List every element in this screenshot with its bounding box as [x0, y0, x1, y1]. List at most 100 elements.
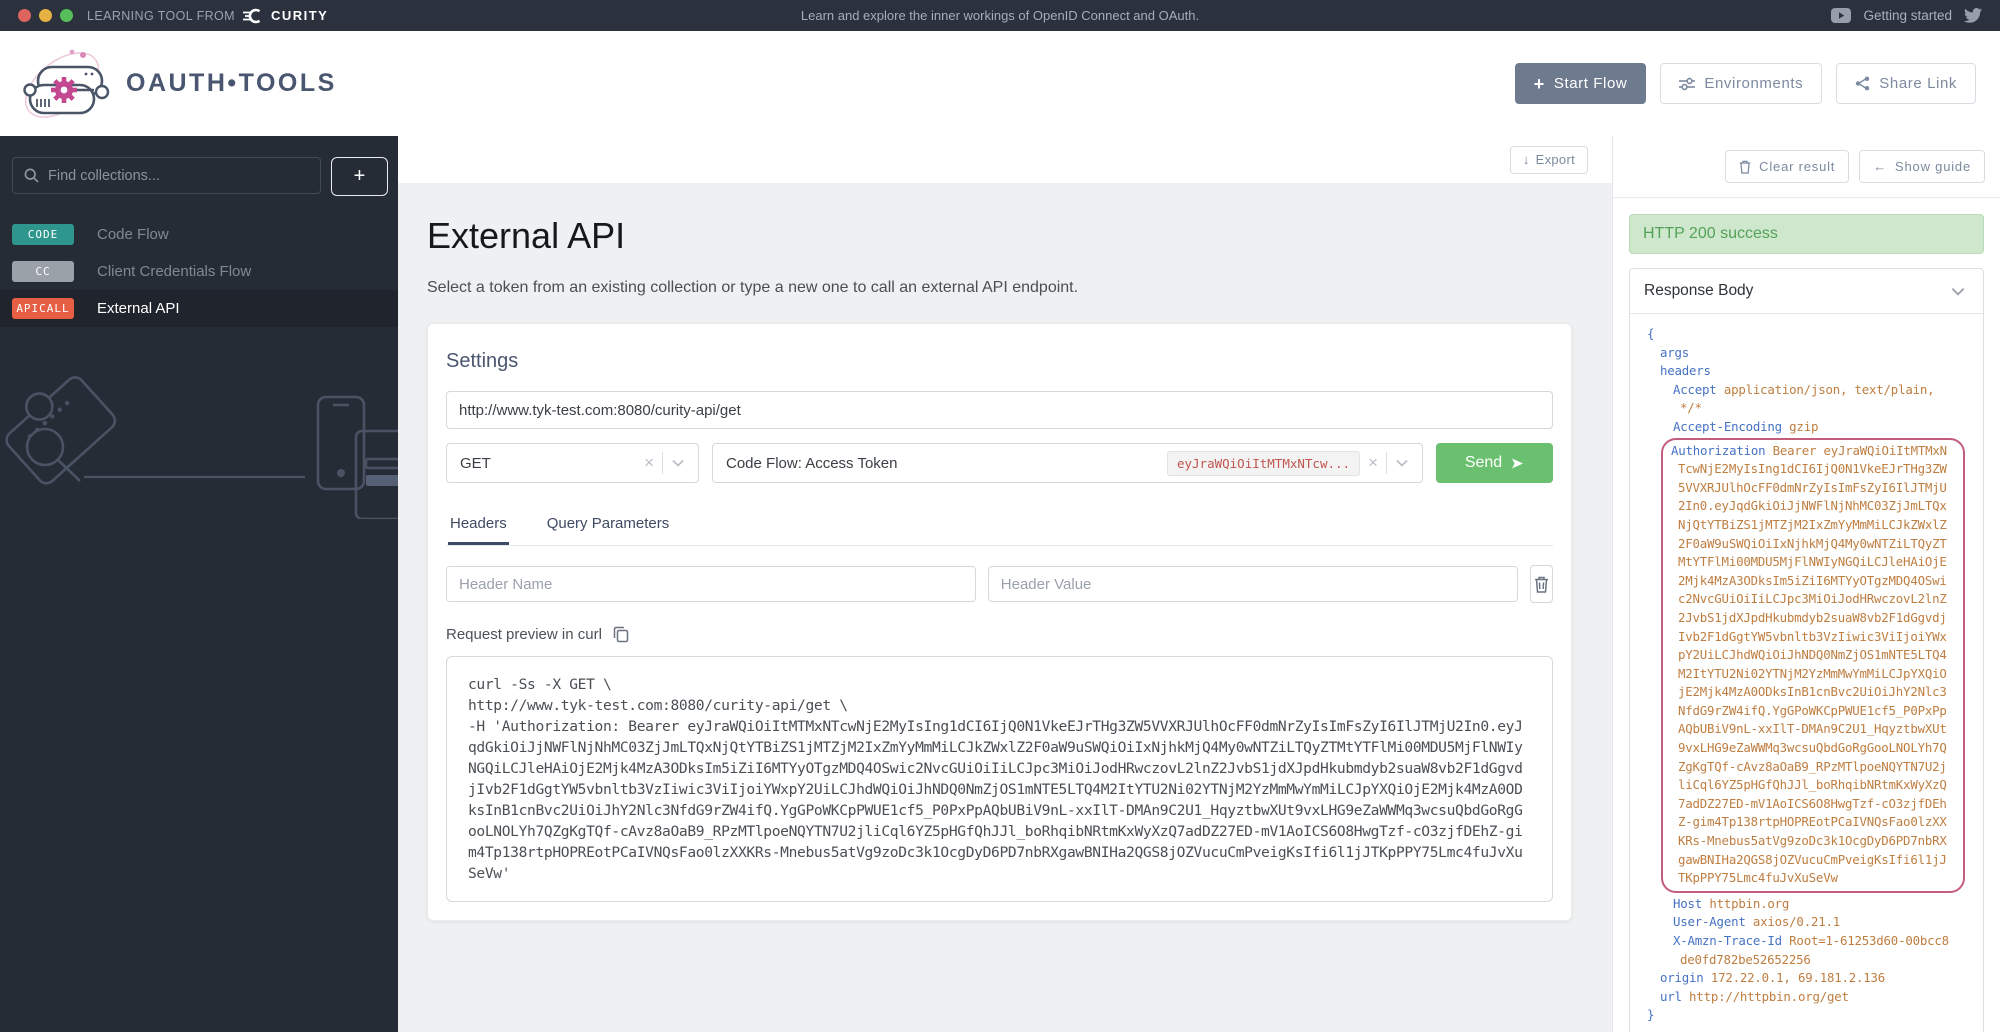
response-line: origin 172.22.0.1, 69.181.2.136	[1660, 970, 1886, 986]
sidebar-item-code-flow[interactable]: CODE Code Flow	[0, 216, 398, 253]
youtube-icon[interactable]	[1831, 8, 1852, 23]
request-tabs: Headers Query Parameters	[446, 507, 1553, 546]
window-close-button[interactable]	[18, 9, 31, 22]
clear-result-button[interactable]: Clear result	[1725, 150, 1850, 183]
response-line: TcwNjE2MyIsIng1dCI6IjQ0N1VkeEJrTHg3ZW	[1678, 461, 1947, 477]
token-select[interactable]: Code Flow: Access Token eyJraWQiOiItMTMx…	[712, 443, 1423, 483]
trash-icon	[1739, 160, 1751, 174]
sliders-icon	[1679, 77, 1696, 91]
app-header: OAUTH•TOOLS + Start Flow Environments Sh…	[0, 31, 2000, 136]
sidebar-item-external-api[interactable]: APICALL External API	[0, 290, 398, 327]
response-line: ZgKgTQf-cAvz8aOaB9_RPzMTlpoeNQYTN7U2j	[1678, 758, 1947, 774]
response-line: AQbUBiV9nL-xxIlT-DMAn9C2U1_HqyztbwXUt	[1678, 721, 1947, 737]
response-line: MtYTFlMi00MDU5MjFlNWIyNGQiLCJleHAiOjE	[1678, 554, 1947, 570]
app-title: OAUTH•TOOLS	[126, 69, 337, 97]
header-value-input[interactable]	[987, 566, 1518, 602]
endpoint-url-input[interactable]	[446, 391, 1553, 429]
brand-name: CURITY	[270, 8, 329, 23]
response-line: liCql6YZ5pHGfQhJJl_boRhqibNRtmKxWyXzQ	[1678, 777, 1947, 793]
getting-started-link[interactable]: Getting started	[1863, 8, 1952, 23]
response-line: 7adDZ27ED-mV1AoICS6O8HwgTzf-cO3zjfDEh	[1678, 795, 1947, 811]
method-select[interactable]: GET ×	[446, 443, 699, 483]
header-name-input[interactable]	[446, 566, 976, 602]
collections-illustration	[5, 376, 398, 519]
response-line: TKpPPY75Lmc4fuJvXuSeVw	[1678, 870, 1838, 886]
response-line: url http://httpbin.org/get	[1660, 988, 1849, 1004]
collection-label: Code Flow	[97, 226, 169, 243]
response-line: pY2UiLCJhdWQiOiJhNDQ0NmZjOS1mNTE5LTQ4	[1678, 647, 1947, 663]
show-guide-button[interactable]: ← Show guide	[1859, 150, 1985, 183]
response-body-header[interactable]: Response Body	[1630, 269, 1983, 314]
start-flow-button[interactable]: + Start Flow	[1514, 63, 1647, 104]
token-chip: eyJraWQiOiItMTMxNTcw...	[1166, 450, 1361, 476]
page-title: External API	[427, 215, 626, 256]
download-icon: ↓	[1522, 152, 1530, 167]
response-line: Accept application/json, text/plain,	[1673, 381, 1935, 397]
collections-sidebar: + CODE Code Flow CC Client Credentials Flow…	[0, 136, 398, 1032]
chevron-down-icon[interactable]	[1942, 287, 1969, 296]
response-line: 2JvbS1jdXJpdHkubmdyb2suaW8vb2F1dGgvdj	[1678, 609, 1947, 625]
copy-icon[interactable]	[613, 626, 629, 643]
share-icon	[1855, 76, 1870, 91]
collection-label: External API	[97, 300, 180, 317]
response-line: {	[1647, 326, 1655, 341]
back-arrow-icon: ←	[1873, 159, 1888, 174]
authorization-token-highlight: Authorization Bearer eyJraWQiOiItMTMxN Tc…	[1661, 437, 1965, 893]
tab-headers[interactable]: Headers	[448, 507, 509, 545]
tab-query-parameters[interactable]: Query Parameters	[545, 507, 672, 545]
plus-icon: +	[1533, 73, 1545, 94]
window-minimize-button[interactable]	[39, 9, 52, 22]
clear-method-icon[interactable]: ×	[636, 453, 662, 473]
response-line: de0fd782be52652256	[1680, 951, 1811, 967]
collections-list: CODE Code Flow CC Client Credentials Flow AP…	[0, 216, 398, 327]
page-subtitle: Select a token from an existing collecti…	[427, 279, 1079, 296]
search-input[interactable]	[48, 167, 309, 184]
response-line: */*	[1680, 400, 1702, 416]
response-line: User-Agent axios/0.21.1	[1673, 914, 1840, 930]
response-line: 5VVXRJUlhOcFF0dmNrZyIsImFsZyI6IlJTMjU	[1678, 479, 1947, 495]
response-line: headers	[1660, 363, 1711, 379]
window-topbar: LEARNING TOOL FROM CURITY Learn and expl…	[0, 0, 2000, 31]
delete-header-button[interactable]	[1529, 565, 1553, 603]
collection-badge: APICALL	[12, 298, 74, 319]
oauth-tools-app: LEARNING TOOL FROM CURITY Learn and expl…	[0, 0, 2000, 1032]
environments-button[interactable]: Environments	[1660, 63, 1823, 104]
add-collection-button[interactable]: +	[331, 157, 388, 196]
window-zoom-button[interactable]	[60, 9, 73, 22]
response-line: 2F0aW9uSWQiOiIxNjhkMjQ4My0wNTZiLTQyZT	[1678, 535, 1947, 551]
collection-badge: CC	[12, 261, 74, 282]
response-line: NjQtYTBiZS1jMTZjM2IxZmYyMmMiLCJkZWxlZ	[1678, 516, 1947, 532]
response-line: Accept-Encoding gzip	[1673, 418, 1819, 434]
response-line: 9vxLHG9eZaWWMq3wcsuQbdGoRgGooLNOLYh7Q	[1678, 740, 1947, 756]
response-line: NfdG9rZW4ifQ.YgGPoWKCpPWUE1cf5_P0PxPp	[1678, 702, 1947, 718]
clear-token-icon[interactable]: ×	[1360, 453, 1386, 473]
response-line: c2NvcGUiOiIiLCJpc3MiOiJodHRwczovL2lnZ	[1678, 591, 1947, 607]
sidebar-item-client-credentials-flow[interactable]: CC Client Credentials Flow	[0, 253, 398, 290]
export-button[interactable]: ↓ Export	[1509, 145, 1588, 174]
curl-preview-label: Request preview in curl	[446, 626, 602, 643]
response-line: gawBNIHa2QGS8jOZVucuCmPveigKsIfi6l1jJ	[1678, 851, 1947, 867]
settings-heading: Settings	[446, 350, 519, 372]
chevron-down-icon[interactable]	[663, 459, 688, 467]
settings-card: Settings GET × Code Flow: Access T	[427, 323, 1572, 921]
app-logo	[22, 43, 110, 125]
response-line: }	[1647, 1007, 1655, 1023]
curity-logo-icon	[242, 7, 263, 25]
curl-preview-box: curl -Ss -X GET \ http://www.tyk-test.co…	[446, 656, 1553, 902]
response-line: 2Mjk4MzA3ODksIm5iZiI6MTYyOTgzMDQ4OSwi	[1678, 572, 1947, 588]
response-json: { args headers Accept application/json, tex…	[1630, 314, 1983, 1032]
send-button[interactable]: Send	[1436, 443, 1553, 483]
response-line: args	[1660, 344, 1690, 360]
chevron-down-icon[interactable]	[1387, 459, 1412, 467]
response-body-card: Response Body { args headers Accept applica…	[1629, 268, 1984, 1032]
status-banner: HTTP 200 success	[1629, 214, 1984, 254]
brand-prefix: LEARNING TOOL FROM	[87, 8, 235, 23]
response-line: Host httpbin.org	[1673, 895, 1790, 911]
response-line: 2In0.eyJqdGkiOiJjNWFlNjNhMC03ZjJmLTQx	[1678, 498, 1947, 514]
trash-icon	[1534, 576, 1549, 593]
collection-badge: CODE	[12, 224, 74, 245]
result-panel: Clear result ← Show guide HTTP 200 succe…	[1612, 136, 2000, 1032]
share-link-button[interactable]: Share Link	[1836, 63, 1976, 104]
response-line: M2ItYTU2Ni02YTNjM2YzMmMwYmMiLCJpYXQiO	[1678, 665, 1947, 681]
twitter-icon[interactable]	[1964, 8, 1982, 23]
